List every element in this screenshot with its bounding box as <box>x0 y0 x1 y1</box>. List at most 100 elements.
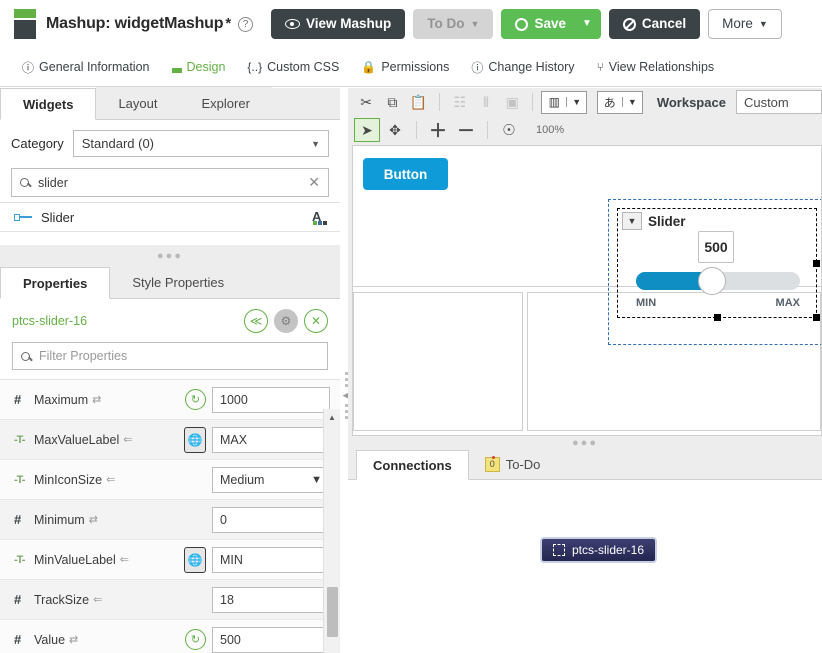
slider-range-labels: MIN MAX <box>636 297 800 309</box>
chevron-down-icon[interactable]: ▼ <box>622 212 642 230</box>
binding-arrow-icon[interactable]: ⇄ <box>89 513 98 526</box>
tab-layout[interactable]: Layout <box>96 87 179 119</box>
property-value-input[interactable] <box>212 507 330 533</box>
property-control: 🌐 <box>184 427 330 453</box>
properties-list: # Maximum ⇄ ↻ -T- MaxValueLabel ⇐ 🌐 <box>0 379 340 653</box>
number-type-icon: # <box>14 512 34 527</box>
nav-item-change-history[interactable]: ⓘ Change History <box>471 59 574 76</box>
tab-label: Layout <box>118 96 157 111</box>
resize-handle-corner[interactable] <box>813 314 820 321</box>
resize-handle-bottom[interactable] <box>714 314 721 321</box>
pan-tool[interactable]: ✥ <box>382 118 408 142</box>
filter-properties-input[interactable] <box>37 348 319 364</box>
slider-min-label: MIN <box>636 297 656 309</box>
gear-icon[interactable]: ⚙ <box>274 309 298 333</box>
select-tool[interactable]: ➤ <box>354 118 380 142</box>
property-row-value: # Value ⇄ ↻ <box>0 620 340 653</box>
clear-icon[interactable]: ✕ <box>308 174 320 191</box>
more-button[interactable]: More ▼ <box>708 9 782 39</box>
slider-widget-dropzone[interactable]: ▼ Slider 500 MIN MAX <box>608 199 822 345</box>
property-name: Maximum <box>34 393 88 407</box>
view-mashup-button[interactable]: View Mashup <box>271 9 405 39</box>
string-type-icon: -T- <box>14 554 34 566</box>
properties-scrollbar[interactable]: ▲ ▼ <box>323 409 340 653</box>
slider-widget[interactable]: ▼ Slider 500 MIN MAX <box>617 208 817 318</box>
language-combo[interactable]: あ ▼ <box>597 91 643 114</box>
paste-icon[interactable]: 📋 <box>406 90 430 114</box>
slider-track[interactable] <box>636 272 800 290</box>
property-value-input[interactable] <box>212 587 330 613</box>
binding-arrow-icon[interactable]: ⇐ <box>93 593 102 606</box>
nav-item-design[interactable]: Design <box>172 60 226 74</box>
resize-handle-right[interactable] <box>813 260 820 267</box>
section-nav: ⓘ General Information Design {..} Custom… <box>0 48 822 87</box>
layout-mode-icon: ▥ <box>542 95 566 109</box>
zoom-in-button[interactable]: ＋ <box>425 118 451 142</box>
tab-explorer[interactable]: Explorer <box>180 87 272 119</box>
info-circle-icon: ⓘ <box>22 59 34 76</box>
connection-node[interactable]: ptcs-slider-16 <box>540 537 657 563</box>
scroll-up-arrow[interactable]: ▲ <box>324 409 340 425</box>
close-icon[interactable]: ✕ <box>304 309 328 333</box>
binding-arrow-icon[interactable]: ⇐ <box>123 433 132 446</box>
workspace-input[interactable] <box>736 90 822 114</box>
globe-icon[interactable]: 🌐 <box>184 547 206 573</box>
button-widget[interactable]: Button <box>363 158 448 190</box>
bottom-panel-splitter[interactable]: ●●● <box>348 436 822 450</box>
category-select[interactable]: Standard (0) ▼ <box>73 130 329 157</box>
binding-arrow-icon[interactable]: ⇄ <box>69 633 78 646</box>
cancel-button[interactable]: Cancel <box>609 9 700 39</box>
save-button[interactable]: Save ▼ <box>501 9 600 39</box>
nav-label: Design <box>187 60 226 74</box>
zoom-out-button[interactable]: － <box>453 118 479 142</box>
app-header: Mashup: widgetMashup *? View Mashup To Do… <box>0 0 822 48</box>
copy-icon[interactable]: ⧉ <box>380 90 404 114</box>
panel-splitter-horizontal[interactable]: ●●● <box>0 245 340 267</box>
property-value-input[interactable] <box>212 627 330 653</box>
nav-item-permissions[interactable]: 🔒 Permissions <box>361 60 449 74</box>
tab-widgets[interactable]: Widgets <box>0 88 96 120</box>
property-value-select[interactable]: Medium ▼ <box>212 467 330 493</box>
property-value-input[interactable] <box>212 427 330 453</box>
theme-badge-icon: A <box>312 209 328 225</box>
chevron-down-icon: ▼ <box>759 20 768 29</box>
nav-item-custom-css[interactable]: {..} Custom CSS <box>247 60 339 74</box>
tab-todo[interactable]: 0 To-Do <box>469 449 557 479</box>
nav-item-view-relationships[interactable]: ⑂ View Relationships <box>597 60 715 74</box>
help-icon[interactable]: ? <box>238 17 253 32</box>
cut-icon[interactable]: ✂ <box>354 90 378 114</box>
chevron-down-icon[interactable]: ⱟ <box>312 105 340 119</box>
slider-handle[interactable] <box>698 267 726 295</box>
list-item[interactable]: Slider A <box>0 202 340 232</box>
save-chevron-down-icon[interactable]: ▼ <box>582 19 592 29</box>
property-name: Value <box>34 633 65 647</box>
view-mashup-label: View Mashup <box>306 17 391 31</box>
scrollbar-thumb[interactable] <box>327 587 338 637</box>
layout-mode-combo[interactable]: ▥ ▼ <box>541 91 587 114</box>
property-value-input[interactable] <box>212 387 330 413</box>
nav-item-general-information[interactable]: ⓘ General Information <box>22 59 150 76</box>
refresh-icon[interactable]: ↻ <box>185 629 206 650</box>
connections-canvas[interactable]: ptcs-slider-16 <box>348 480 822 653</box>
share-binding-icon[interactable]: ≪ <box>244 309 268 333</box>
reset-view-button[interactable]: ☉ <box>496 118 522 142</box>
tab-connections[interactable]: Connections <box>356 450 469 480</box>
canvas-toolbar-row-1: ✂ ⧉ 📋 ☷ ⦀ ▣ ▥ ▼ あ ▼ Workspace <box>348 88 822 116</box>
tab-style-properties[interactable]: Style Properties <box>110 266 246 298</box>
chevron-down-icon: ▼ <box>311 474 322 486</box>
property-value-input[interactable] <box>212 547 330 573</box>
binding-arrow-icon[interactable]: ⇐ <box>106 473 115 486</box>
globe-icon[interactable]: 🌐 <box>184 427 206 453</box>
binding-arrow-icon[interactable]: ⇐ <box>120 553 129 566</box>
todo-button[interactable]: To Do ▼ <box>413 9 493 39</box>
mashup-canvas[interactable]: Button ▼ Slider 500 MIN MAX <box>352 145 822 436</box>
slider-widget-header: ▼ Slider <box>618 209 816 230</box>
category-row: Category Standard (0) ▼ <box>11 130 329 157</box>
chevron-down-icon: ▼ <box>311 139 320 149</box>
search-input[interactable] <box>36 175 301 191</box>
tab-properties[interactable]: Properties <box>0 267 110 299</box>
binding-arrow-icon[interactable]: ⇄ <box>92 393 101 406</box>
refresh-icon[interactable]: ↻ <box>185 389 206 410</box>
canvas-container-left[interactable] <box>353 292 523 431</box>
slider-widget-title: Slider <box>648 214 686 229</box>
